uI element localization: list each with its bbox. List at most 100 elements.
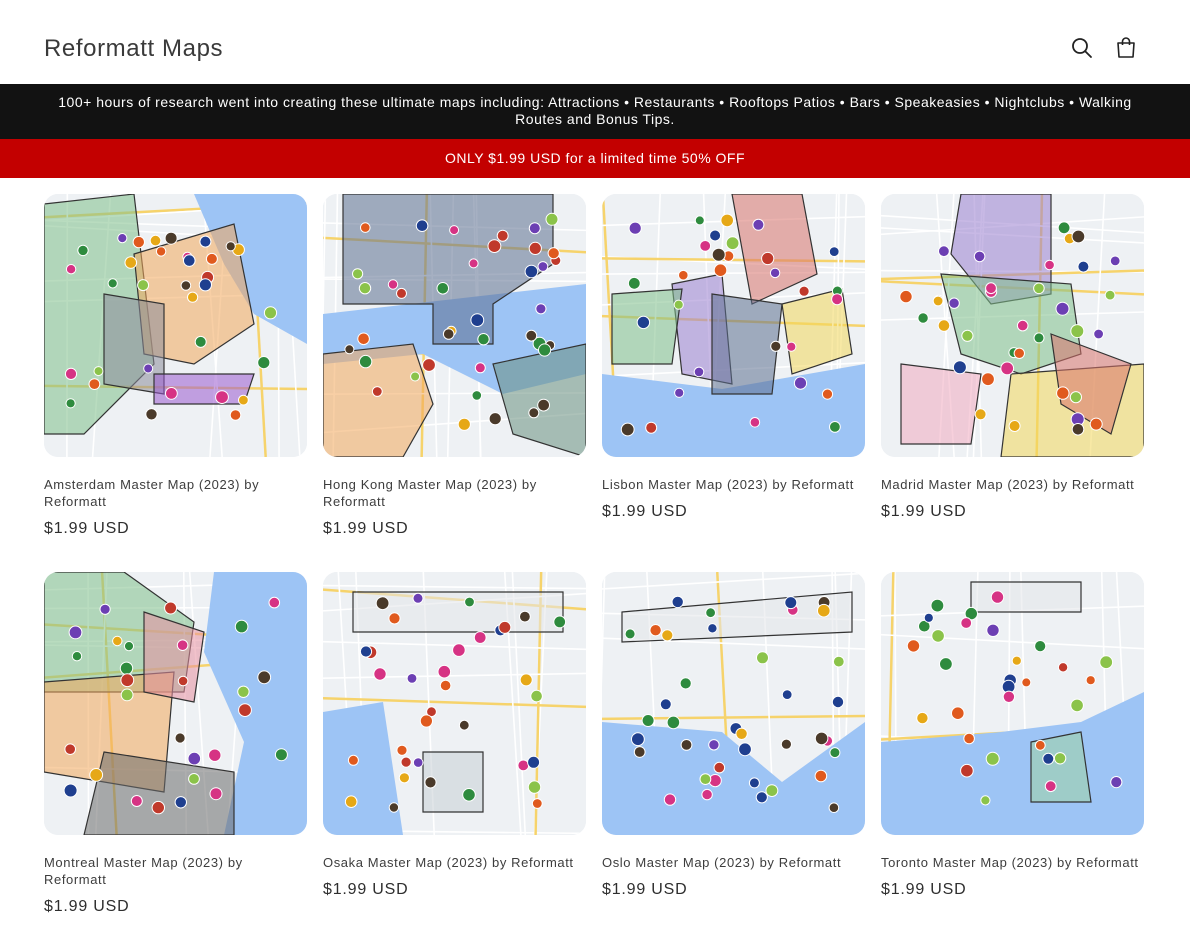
product-title[interactable]: Oslo Master Map (2023) by Reformatt (602, 854, 865, 871)
map-pin-icon (832, 655, 845, 668)
product-thumbnail-map[interactable] (602, 572, 865, 835)
search-icon[interactable] (1070, 36, 1094, 60)
product-title[interactable]: Toronto Master Map (2023) by Reformatt (881, 854, 1144, 871)
map-pin-icon (961, 329, 974, 342)
map-pin-icon (487, 239, 502, 253)
map-pin-icon (659, 698, 672, 711)
map-pin-icon (215, 390, 229, 405)
map-zone (970, 581, 1082, 613)
map-pin-icon (671, 595, 684, 609)
product-thumbnail-map[interactable] (323, 194, 586, 457)
map-pin-icon (1093, 328, 1105, 340)
map-pin-icon (756, 651, 769, 665)
product-title[interactable]: Montreal Master Map (2023) by Reformatt (44, 854, 307, 888)
map-pin-icon (1021, 677, 1032, 688)
product-title[interactable]: Madrid Master Map (2023) by Reformatt (881, 476, 1144, 493)
product-thumbnail-map[interactable] (881, 572, 1144, 835)
map-pin-icon (761, 251, 775, 266)
map-image (602, 194, 865, 457)
map-pin-icon (468, 258, 479, 269)
map-pin-icon (1011, 655, 1022, 666)
map-pin-icon (1016, 319, 1029, 332)
product-title[interactable]: Amsterdam Master Map (2023) by Reformatt (44, 476, 307, 510)
map-pin-icon (624, 628, 636, 640)
map-pin-icon (519, 610, 531, 623)
product-thumbnail-map[interactable] (881, 194, 1144, 457)
map-pin-icon (980, 795, 991, 806)
map-pin-icon (77, 244, 89, 257)
map-pin-icon (1044, 780, 1057, 793)
map-pin-icon (985, 282, 997, 295)
map-pin-icon (951, 706, 965, 720)
map-pin-icon (412, 592, 424, 604)
map-pin-icon (130, 795, 143, 807)
map-pin-icon (720, 213, 734, 228)
product-title[interactable]: Osaka Master Map (2023) by Reformatt (323, 854, 586, 871)
map-pin-icon (699, 240, 712, 252)
map-pin-icon (373, 667, 387, 681)
product-title[interactable]: Hong Kong Master Map (2023) by Reformatt (323, 476, 586, 510)
map-pin-icon (628, 221, 642, 235)
map-pin-icon (527, 755, 541, 769)
map-pin-icon (748, 777, 760, 789)
map-pin-icon (931, 629, 945, 643)
map-pin-icon (187, 751, 202, 766)
map-pin-icon (1008, 420, 1021, 432)
product-card[interactable]: Madrid Master Map (2023) by Reformatt $1… (881, 194, 1144, 521)
product-card[interactable]: Lisbon Master Map (2023) by Reformatt $1… (602, 194, 865, 521)
map-pin-icon (701, 788, 713, 801)
map-pin-icon (107, 278, 118, 289)
map-pin-icon (1034, 640, 1047, 653)
map-pin-icon (498, 620, 512, 634)
map-pin-icon (229, 409, 242, 421)
product-title[interactable]: Lisbon Master Map (2023) by Reformatt (602, 476, 865, 493)
cart-icon[interactable] (1114, 36, 1138, 60)
map-pin-icon (631, 732, 645, 747)
map-pin-icon (952, 360, 967, 375)
map-pin-icon (174, 732, 186, 744)
map-pin-icon (831, 695, 845, 709)
map-pin-icon (786, 341, 797, 352)
product-thumbnail-map[interactable] (323, 572, 586, 835)
map-pin-icon (117, 233, 128, 244)
map-pin-icon (112, 635, 123, 647)
map-pin-icon (1057, 221, 1071, 235)
map-pin-icon (1069, 391, 1082, 404)
product-card[interactable]: Montreal Master Map (2023) by Reformatt … (44, 572, 307, 916)
map-image (44, 572, 307, 835)
map-pin-icon (164, 231, 178, 245)
map-pin-icon (120, 688, 134, 702)
map-pin-icon (132, 235, 146, 249)
map-pin-icon (396, 744, 408, 756)
map-pin-icon (496, 229, 509, 242)
map-pin-icon (708, 739, 720, 751)
product-card[interactable]: Amsterdam Master Map (2023) by Reformatt… (44, 194, 307, 538)
map-pin-icon (151, 800, 166, 815)
map-pin-icon (412, 757, 424, 768)
site-logo[interactable]: Reformatt Maps (44, 35, 223, 63)
map-pin-icon (553, 615, 567, 629)
map-pin-icon (1104, 289, 1116, 301)
product-card[interactable]: Toronto Master Map (2023) by Reformatt $… (881, 572, 1144, 899)
map-pin-icon (899, 289, 913, 304)
product-thumbnail-map[interactable] (44, 572, 307, 835)
map-pin-icon (528, 222, 541, 235)
map-pin-icon (177, 675, 189, 687)
map-pin-icon (1089, 417, 1103, 431)
product-thumbnail-map[interactable] (602, 194, 865, 457)
map-pin-icon (464, 596, 475, 608)
map-pin-icon (633, 746, 646, 758)
map-image (323, 194, 586, 457)
map-pin-icon (359, 645, 373, 658)
map-pin-icon (165, 387, 178, 400)
map-pin-icon (93, 366, 104, 377)
map-pin-icon (963, 732, 975, 745)
product-card[interactable]: Hong Kong Master Map (2023) by Reformatt… (323, 194, 586, 538)
map-pin-icon (985, 751, 1000, 766)
product-card[interactable]: Osaka Master Map (2023) by Reformatt $1.… (323, 572, 586, 899)
map-pin-icon (519, 673, 533, 687)
product-thumbnail-map[interactable] (44, 194, 307, 457)
product-card[interactable]: Oslo Master Map (2023) by Reformatt $1.9… (602, 572, 865, 899)
map-pin-icon (176, 639, 189, 651)
map-pin-icon (535, 303, 547, 315)
